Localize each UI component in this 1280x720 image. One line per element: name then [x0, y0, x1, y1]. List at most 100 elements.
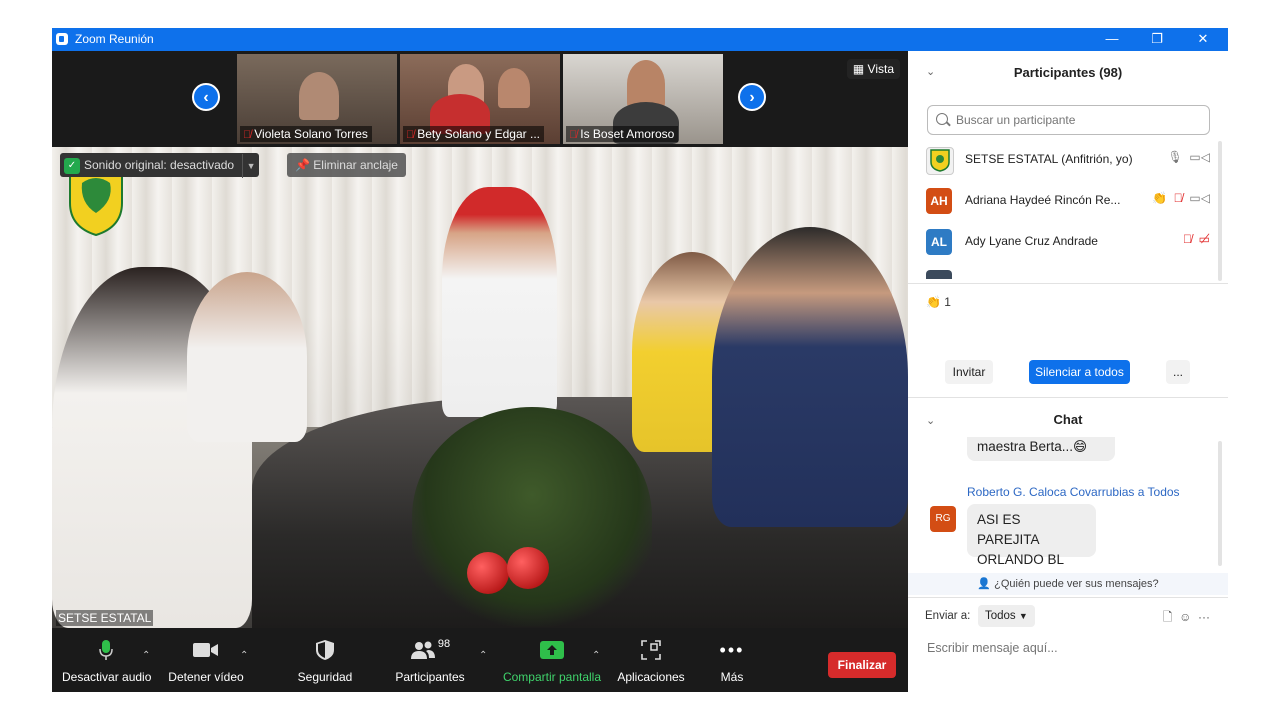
minimize-button[interactable]: — [1092, 29, 1132, 49]
emoji-icon[interactable]: ☺ [1179, 610, 1191, 624]
participant-row[interactable]: AH Adriana Haydeé Rincón Re... 👏 🎙̸ ▭◁ [908, 180, 1220, 220]
reaction-summary: 👏 1 [926, 295, 951, 309]
send-to-label: Enviar a: [925, 610, 971, 622]
avatar: AL [926, 229, 952, 255]
file-icon[interactable]: 🗋 [1163, 610, 1173, 624]
participants-header: ⌄ Participantes (98) [908, 51, 1228, 95]
participants-icon [410, 641, 435, 659]
restore-button[interactable]: ❐ [1137, 29, 1177, 49]
zoom-logo-icon [56, 33, 68, 45]
avatar: RG [930, 506, 956, 532]
chat-sender: Roberto G. Caloca Covarrubias a Todos [967, 485, 1180, 499]
recipient-dropdown[interactable]: Todos ▼ [978, 605, 1035, 627]
thumbnail-strip: ‹ 🎙̸ Violeta Solano Torres 🎙̸ Bety Solano … [52, 51, 908, 147]
participant-name: SETSE ESTATAL (Anfitrión, yo) [965, 152, 1133, 166]
view-button[interactable]: ▦ Vista [846, 59, 900, 79]
video-options-caret[interactable]: ⌃ [240, 650, 248, 661]
participants-options-caret[interactable]: ⌃ [479, 650, 487, 661]
muted-mic-icon: 🎙̸ [1182, 232, 1192, 246]
stop-video-button[interactable]: Detener vídeo [164, 628, 248, 692]
apps-button[interactable]: Aplicaciones [614, 628, 688, 692]
who-can-see-link[interactable]: 👤 ¿Quién puede ver sus mensajes? [908, 573, 1228, 595]
chat-message: maestra Berta...😄 [967, 437, 1115, 461]
participants-button[interactable]: 98 Participantes [392, 628, 468, 692]
divider [908, 597, 1228, 598]
participant-row[interactable]: SETSE ESTATAL (Anfitrión, yo) 🎙 ▭◁ [908, 139, 1220, 179]
thumbnail-name: 🎙̸ Bety Solano y Edgar ... [403, 126, 544, 142]
muted-mic-icon: 🎙̸ [243, 129, 252, 141]
chat-header: ⌄ Chat [908, 406, 1228, 436]
participant-row[interactable]: AL Ady Lyane Cruz Andrade 🎙̸ ▭̸ [908, 221, 1220, 261]
participants-more-button[interactable]: ... [1166, 360, 1190, 384]
meeting-toolbar: Desactivar audio ⌃ Detener vídeo ⌃ Segur… [52, 628, 908, 692]
participant-search[interactable] [927, 105, 1210, 135]
more-dots-icon[interactable]: ··· [1198, 610, 1210, 624]
end-meeting-button[interactable]: Finalizar [828, 652, 896, 678]
zoom-window: Zoom Reunión — ❐ ✕ ‹ 🎙̸ Violeta Solano To… [52, 28, 1228, 692]
search-icon [936, 113, 948, 125]
participant-status: 🎙̸ ▭̸ [1183, 232, 1210, 246]
main-video: ✓ Sonido original: desactivado ▼ 📌 Elimina… [52, 147, 908, 628]
unpin-button[interactable]: 📌 Eliminar anclaje [287, 153, 406, 177]
security-button[interactable]: Seguridad [290, 628, 360, 692]
participant-list: SETSE ESTATAL (Anfitrión, yo) 🎙 ▭◁ AH Ad… [908, 139, 1220, 279]
chat-message: ASI ES PAREJITA ORLANDO BL [967, 504, 1096, 567]
microphone-icon [99, 640, 113, 660]
muted-mic-icon: 🎙̸ [569, 129, 578, 141]
speaker-name: SETSE ESTATAL [56, 610, 154, 626]
apps-icon [641, 640, 661, 660]
participant-search-input[interactable] [954, 112, 1198, 128]
share-options-caret[interactable]: ⌃ [592, 650, 600, 661]
participants-scrollbar[interactable] [1218, 141, 1222, 281]
close-button[interactable]: ✕ [1183, 29, 1223, 49]
christmas-centerpiece [412, 407, 652, 627]
chat-message-input[interactable] [925, 640, 1219, 656]
thumbnail-video[interactable]: 🎙̸ Violeta Solano Torres [237, 54, 397, 144]
more-button[interactable]: ••• Más [708, 628, 756, 692]
chevron-down-icon: ▼ [1018, 611, 1028, 621]
audio-options-caret[interactable]: ⌃ [142, 650, 150, 661]
share-screen-icon [540, 641, 564, 659]
video-camera-icon: ▭◁ [1189, 150, 1210, 164]
title-bar: Zoom Reunión — ❐ ✕ [52, 28, 1228, 51]
divider [908, 283, 1228, 284]
side-panel: ⌄ Participantes (98) SETSE ESTATAL (Anfi… [908, 51, 1228, 692]
invite-button[interactable]: Invitar [945, 360, 993, 384]
thumbnail-name: 🎙̸ Is Boset Amoroso [566, 126, 679, 142]
clapping-hands-icon: 👏 [926, 295, 941, 309]
chat-scrollbar[interactable] [1218, 441, 1222, 566]
pin-icon: 📌 [295, 158, 314, 172]
thumbnail-name: 🎙̸ Violeta Solano Torres [240, 126, 372, 142]
video-camera-icon [193, 643, 218, 657]
divider [908, 397, 1228, 398]
shield-icon [316, 640, 334, 660]
thumbnail-video[interactable]: 🎙̸ Is Boset Amoroso [563, 54, 723, 144]
person-lock-icon: 👤 [977, 578, 995, 590]
video-off-icon: ▭̸ [1198, 232, 1210, 246]
participant-name: Ady Lyane Cruz Andrade [965, 234, 1098, 248]
mute-all-button[interactable]: Silenciar a todos [1029, 360, 1130, 384]
next-page-button[interactable]: › [738, 83, 766, 111]
mute-audio-button[interactable]: Desactivar audio [62, 628, 151, 692]
prev-page-button[interactable]: ‹ [192, 83, 220, 111]
chat-title: Chat [1053, 412, 1083, 427]
participant-row[interactable] [908, 262, 1220, 279]
chevron-down-icon[interactable]: ▼ [242, 154, 259, 178]
muted-mic-icon: 🎙̸ [1173, 191, 1183, 205]
thumbnail-video[interactable]: 🎙̸ Bety Solano y Edgar ... [400, 54, 560, 144]
microphone-icon: 🎙 [1167, 150, 1183, 164]
avatar: AH [926, 188, 952, 214]
meeting-area: ‹ 🎙̸ Violeta Solano Torres 🎙̸ Bety Solano … [52, 51, 908, 692]
participants-title: Participantes (98) [1013, 65, 1123, 80]
shield-check-icon: ✓ [64, 157, 80, 174]
original-sound-toggle[interactable]: ✓ Sonido original: desactivado ▼ [60, 153, 260, 178]
share-screen-button[interactable]: Compartir pantalla [500, 628, 604, 692]
more-dots-icon: ••• [719, 639, 745, 660]
grid-icon: ▦ [852, 62, 868, 76]
chat-tools: 🗋 ☺ ··· [1163, 608, 1210, 629]
avatar [926, 270, 952, 279]
window-title: Zoom Reunión [75, 32, 154, 46]
avatar [926, 147, 954, 175]
participant-status: 🎙 ▭◁ [1168, 150, 1210, 164]
video-camera-icon: ▭◁ [1189, 191, 1210, 205]
